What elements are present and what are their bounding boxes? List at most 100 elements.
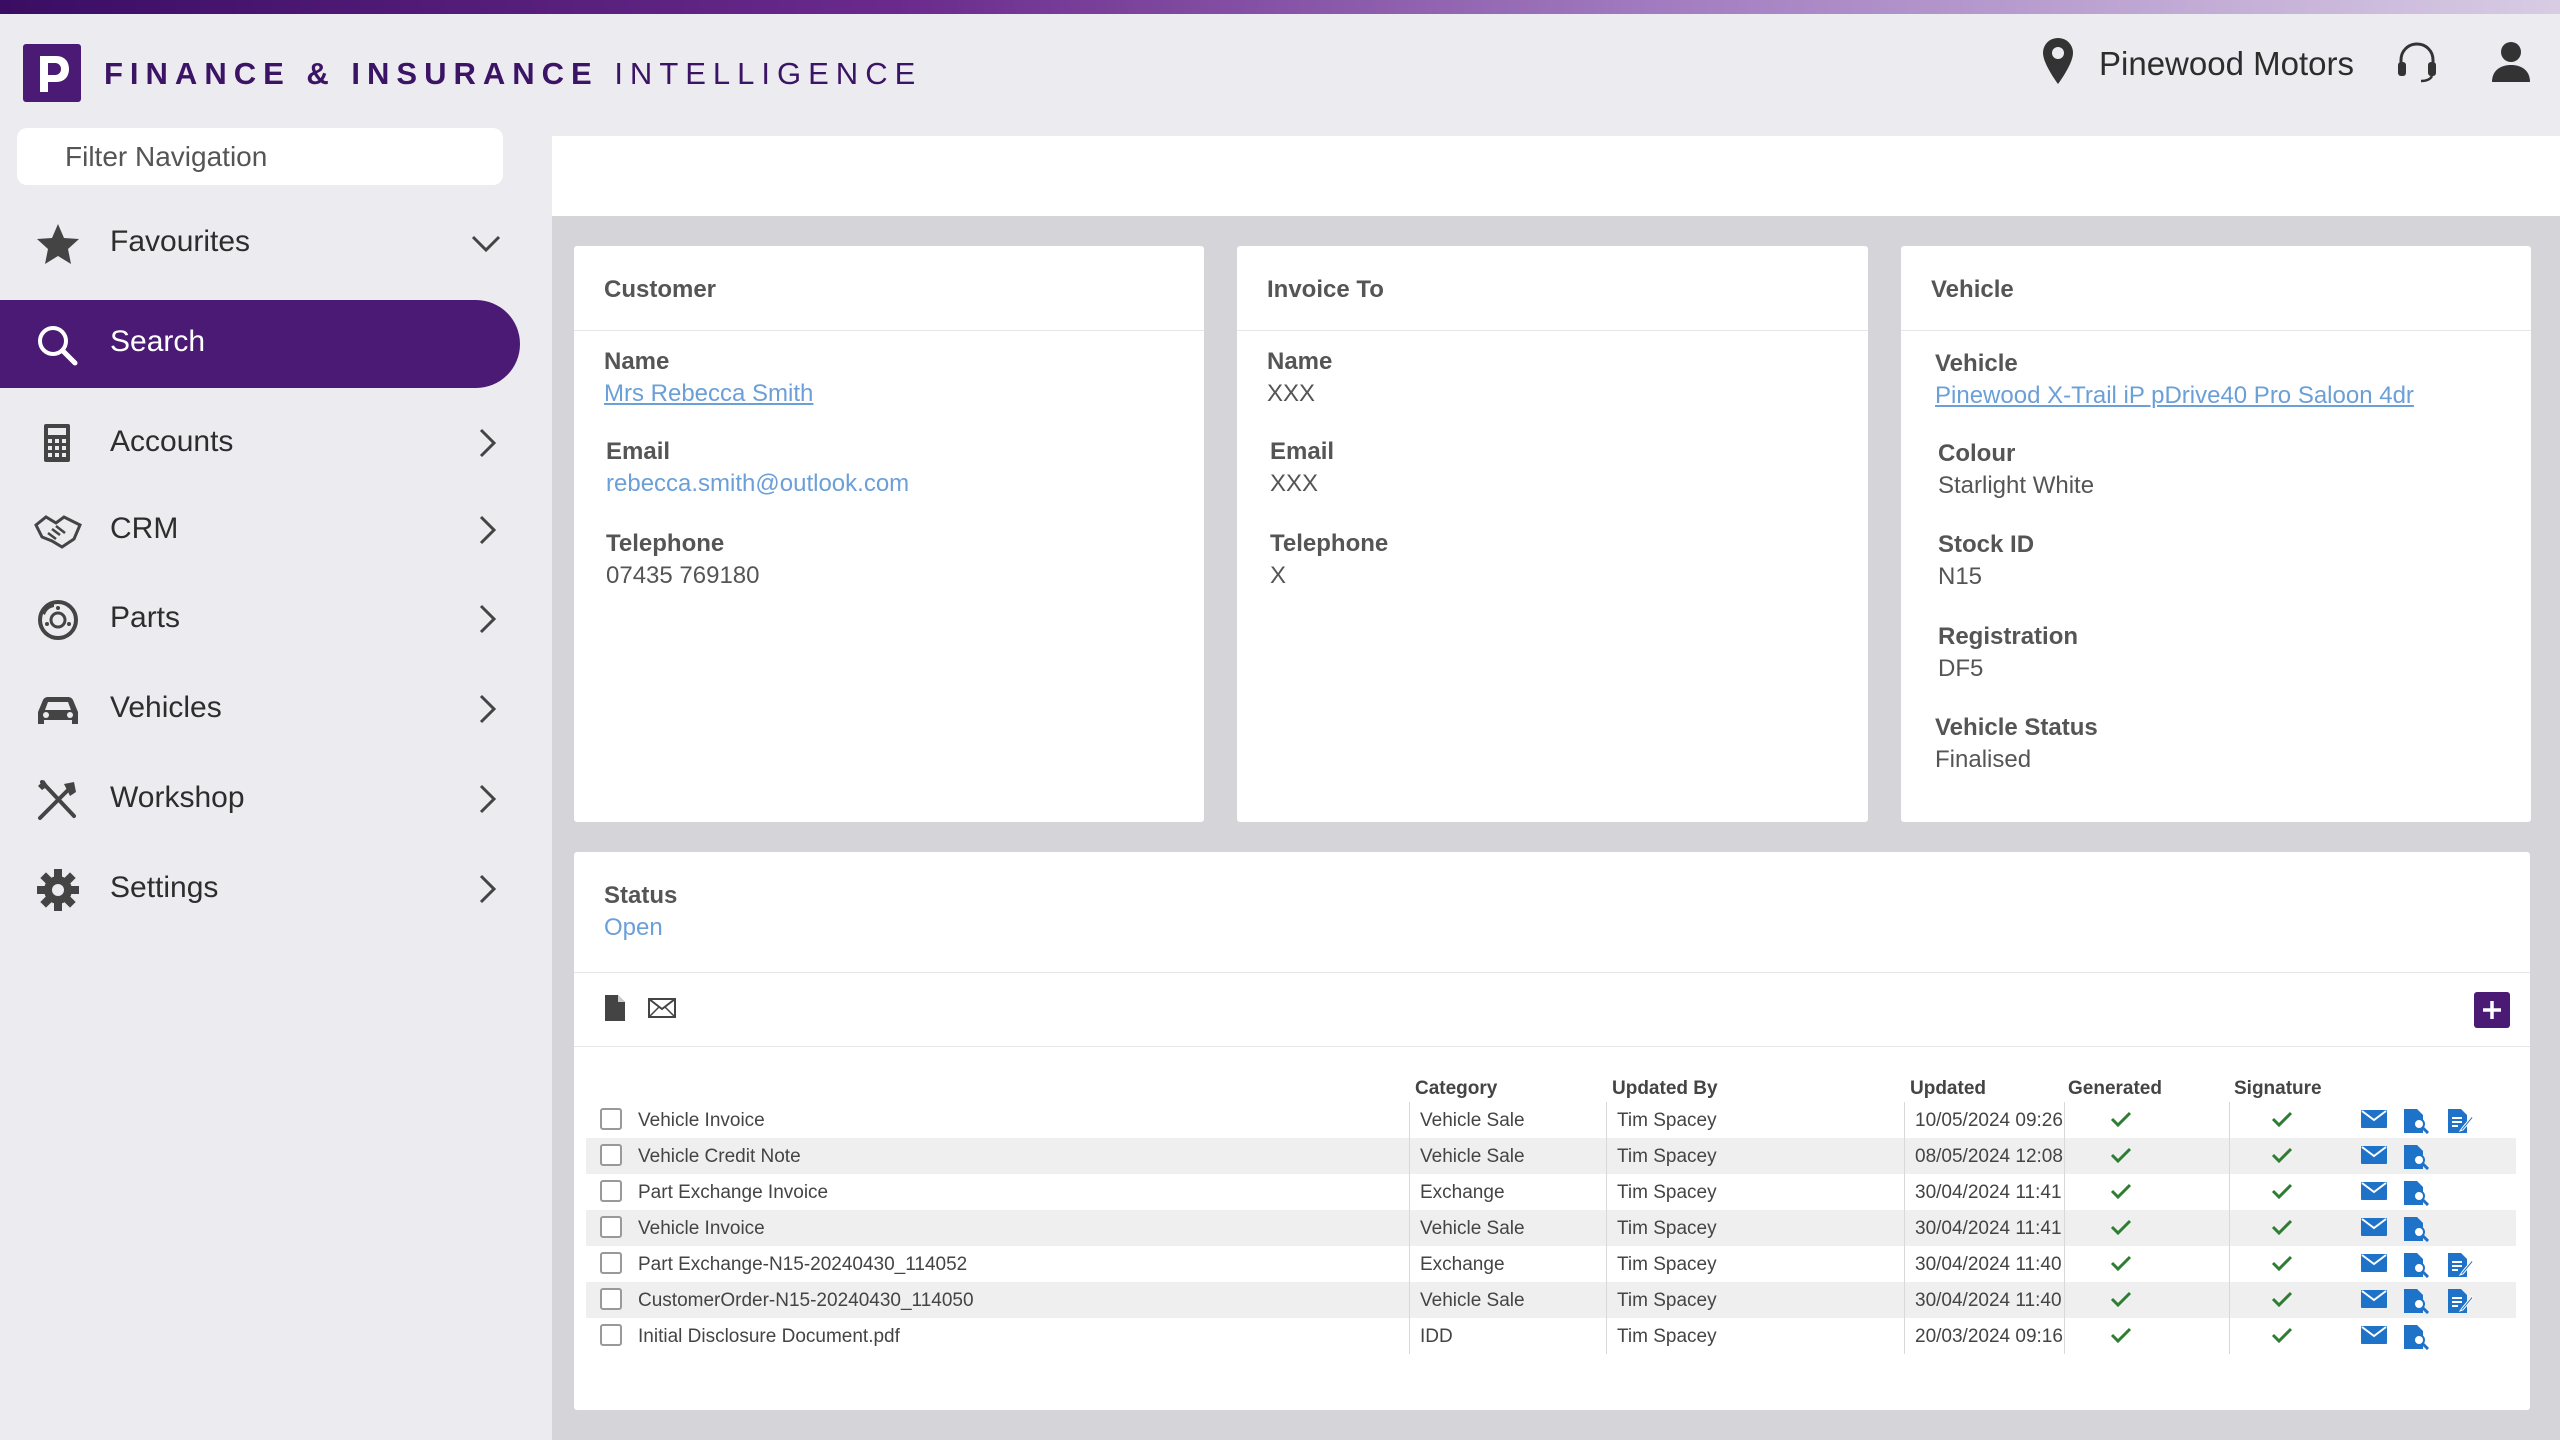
table-row[interactable]: Initial Disclosure Document.pdf IDD Tim Sp… — [586, 1318, 2516, 1354]
view-document-icon — [2404, 1325, 2430, 1351]
view-document-button[interactable] — [2402, 1144, 2430, 1175]
view-document-button[interactable] — [2402, 1288, 2430, 1319]
document-updated-by: Tim Spacey — [1617, 1110, 1717, 1131]
sidebar-item-parts[interactable]: Parts — [0, 576, 520, 662]
document-name[interactable]: Vehicle Invoice — [638, 1218, 765, 1240]
column-header[interactable]: Updated — [1910, 1078, 1986, 1100]
sidebar-item-accounts[interactable]: Accounts — [0, 400, 520, 486]
row-checkbox[interactable] — [600, 1252, 622, 1274]
row-checkbox[interactable] — [600, 1144, 622, 1166]
view-document-button[interactable] — [2402, 1252, 2430, 1283]
chevron-right-icon — [479, 604, 497, 634]
table-row[interactable]: Vehicle Credit Note Vehicle Sale Tim Space… — [586, 1138, 2516, 1174]
email-document-button[interactable] — [2360, 1180, 2388, 1207]
brand-bold-text: FINANCE & INSURANCE — [104, 56, 599, 91]
email-document-button[interactable] — [2360, 1216, 2388, 1243]
edit-document-button[interactable] — [2446, 1288, 2474, 1319]
table-row[interactable]: Part Exchange Invoice Exchange Tim Spacey 3… — [586, 1174, 2516, 1210]
vehicle-link[interactable]: Pinewood X-Trail iP pDrive40 Pro Saloon … — [1935, 382, 2414, 410]
document-name[interactable]: Vehicle Credit Note — [638, 1146, 801, 1168]
signature-check — [2271, 1110, 2293, 1133]
column-divider — [2229, 1210, 2230, 1246]
email-document-button[interactable] — [2360, 1324, 2388, 1351]
add-document-button[interactable] — [2474, 992, 2510, 1028]
email-document-button[interactable] — [2360, 1144, 2388, 1171]
table-row[interactable]: Vehicle Invoice Vehicle Sale Tim Spacey 30/… — [586, 1210, 2516, 1246]
vehicle-colour: Starlight White — [1938, 472, 2095, 499]
table-row[interactable]: Vehicle Invoice Vehicle Sale Tim Spacey 10/… — [586, 1102, 2516, 1138]
column-divider — [1606, 1282, 1607, 1318]
customer-name-link[interactable]: Mrs Rebecca Smith — [604, 380, 813, 408]
edit-document-button[interactable] — [2446, 1252, 2474, 1283]
card-title: Customer — [604, 276, 717, 303]
column-header[interactable]: Signature — [2234, 1078, 2322, 1100]
customer-email[interactable]: rebecca.smith@outlook.com — [606, 470, 909, 498]
chevron-right-icon — [479, 428, 497, 458]
generated-check — [2110, 1326, 2132, 1349]
table-row[interactable]: Part Exchange-N15-20240430_114052 Exchang… — [586, 1246, 2516, 1282]
column-divider — [1409, 1102, 1410, 1138]
column-header[interactable]: Generated — [2068, 1078, 2162, 1100]
status-label: Status — [604, 882, 678, 909]
star-icon — [37, 224, 79, 264]
field-label: Telephone — [1270, 530, 1389, 557]
column-header[interactable]: Updated By — [1612, 1078, 1718, 1100]
email-document-button[interactable] — [2360, 1252, 2388, 1279]
column-divider — [1606, 1174, 1607, 1210]
field-label: Stock ID — [1938, 531, 2035, 558]
chevron-right-icon — [479, 874, 497, 904]
sidebar-item-favourites[interactable]: Favourites — [0, 200, 520, 286]
column-header[interactable]: Category — [1415, 1078, 1497, 1100]
view-document-button[interactable] — [2402, 1324, 2430, 1355]
column-divider — [1904, 1318, 1905, 1354]
view-document-button[interactable] — [2402, 1180, 2430, 1211]
sidebar-item-label: Workshop — [110, 781, 245, 814]
sidebar: Favourites Search Accounts — [0, 128, 552, 1440]
edit-document-button[interactable] — [2446, 1108, 2474, 1139]
document-name[interactable]: Vehicle Invoice — [638, 1110, 765, 1132]
generated-check — [2110, 1110, 2132, 1133]
column-divider — [1904, 1174, 1905, 1210]
row-checkbox[interactable] — [600, 1216, 622, 1238]
sidebar-item-crm[interactable]: CRM — [0, 487, 520, 573]
filter-navigation-input[interactable] — [17, 128, 503, 185]
column-divider — [2229, 1282, 2230, 1318]
user-icon[interactable] — [2489, 38, 2533, 84]
column-divider — [1409, 1318, 1410, 1354]
document-name[interactable]: Part Exchange-N15-20240430_114052 — [638, 1254, 967, 1276]
signature-check — [2271, 1182, 2293, 1205]
row-checkbox[interactable] — [600, 1324, 622, 1346]
card-title: Vehicle — [1931, 276, 2014, 303]
document-name[interactable]: Initial Disclosure Document.pdf — [638, 1326, 900, 1348]
sidebar-item-settings[interactable]: Settings — [0, 846, 520, 932]
check-icon — [2110, 1219, 2132, 1236]
sidebar-item-workshop[interactable]: Workshop — [0, 756, 520, 842]
headset-icon[interactable] — [2394, 38, 2440, 84]
app-logo[interactable] — [23, 44, 81, 102]
email-document-button[interactable] — [2360, 1288, 2388, 1315]
vehicle-registration: DF5 — [1938, 655, 1984, 682]
chevron-right-icon — [479, 784, 497, 814]
row-checkbox[interactable] — [600, 1288, 622, 1310]
field-label: Email — [1270, 438, 1335, 465]
document-icon[interactable] — [604, 994, 626, 1022]
sidebar-item-vehicles[interactable]: Vehicles — [0, 666, 520, 752]
divider — [574, 972, 2530, 973]
document-name[interactable]: Part Exchange Invoice — [638, 1182, 828, 1204]
document-name[interactable]: CustomerOrder-N15-20240430_114050 — [638, 1290, 974, 1312]
generated-check — [2110, 1290, 2132, 1313]
view-document-button[interactable] — [2402, 1216, 2430, 1247]
location-pin-icon[interactable] — [2040, 36, 2076, 88]
dealership-name[interactable]: Pinewood Motors — [2099, 44, 2354, 84]
view-document-button[interactable] — [2402, 1108, 2430, 1139]
row-checkbox[interactable] — [600, 1180, 622, 1202]
table-row[interactable]: CustomerOrder-N15-20240430_114050 Vehicle… — [586, 1282, 2516, 1318]
field-label: Name — [1267, 348, 1333, 375]
email-document-button[interactable] — [2360, 1108, 2388, 1135]
column-divider — [2229, 1318, 2230, 1354]
customer-telephone: 07435 769180 — [606, 562, 760, 589]
search-icon — [38, 326, 78, 366]
row-checkbox[interactable] — [600, 1108, 622, 1130]
mail-icon[interactable] — [648, 998, 676, 1018]
sidebar-item-search[interactable]: Search — [0, 300, 520, 388]
